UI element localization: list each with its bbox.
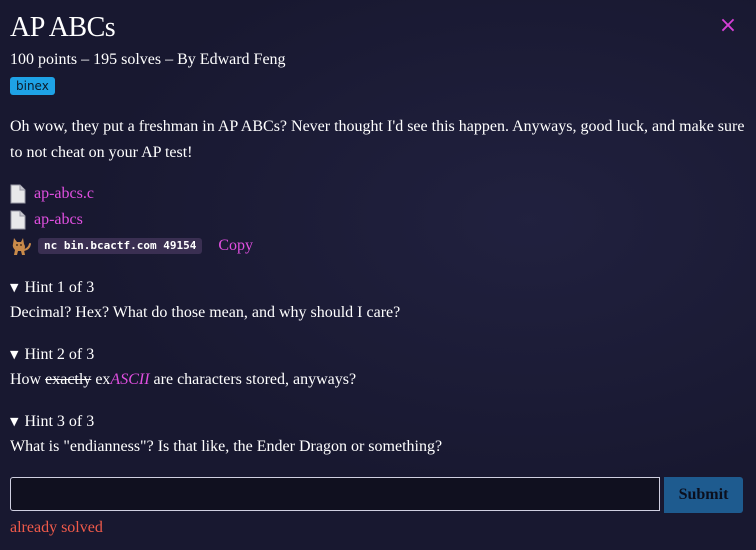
hint-2-text: How exactly exASCII are characters store… [10,369,356,391]
hint-2-toggle[interactable]: ▼ Hint 2 of 3 [10,344,94,367]
hint-3-summary: Hint 3 of 3 [24,413,95,430]
challenge-meta: 100 points – 195 solves – By Edward Feng [10,51,286,68]
copy-button[interactable]: Copy [218,235,253,257]
solve-status: already solved [10,519,103,536]
challenge-description: Oh wow, they put a freshman in AP ABCs? … [10,118,745,161]
category-tag: binex [10,77,55,95]
hint-1-toggle[interactable]: ▼ Hint 1 of 3 [10,277,94,300]
triangle-down-icon: ▼ [10,348,19,361]
file-link[interactable]: ap-abcs [34,209,83,231]
cat-icon [10,236,38,256]
hint-3-toggle[interactable]: ▼ Hint 3 of 3 [10,411,94,434]
hint-2-strikethrough: exactly [45,371,92,388]
hint-1-text: Decimal? Hex? What do those mean, and wh… [10,304,401,321]
file-row: ap-abcs.c [10,183,94,205]
file-link[interactable]: ap-abcs.c [34,183,94,205]
flag-input[interactable] [10,477,660,511]
triangle-down-icon: ▼ [10,415,19,428]
file-icon [10,184,26,204]
submit-button[interactable]: Submit [664,477,743,513]
connection-command: nc bin.bcactf.com 49154 [38,238,203,254]
hint-2-prefix: How [10,371,46,388]
hint-2-suffix: are characters stored, anyways? [149,371,357,388]
hint-3-text: What is "endianness"? Is that like, the … [10,438,443,455]
challenge-title: AP ABCs [10,12,116,43]
connection-row: nc bin.bcactf.com 49154 Copy [10,235,253,257]
file-row: ap-abcs [10,209,83,231]
triangle-down-icon: ▼ [10,281,19,294]
hint-1-summary: Hint 1 of 3 [24,279,95,296]
hint-2-ascii-link[interactable]: ASCII [110,371,149,388]
hint-2-summary: Hint 2 of 3 [24,346,95,363]
close-icon[interactable]: × [716,14,740,38]
file-icon [10,210,26,230]
hint-2-middle: ex [91,371,111,388]
